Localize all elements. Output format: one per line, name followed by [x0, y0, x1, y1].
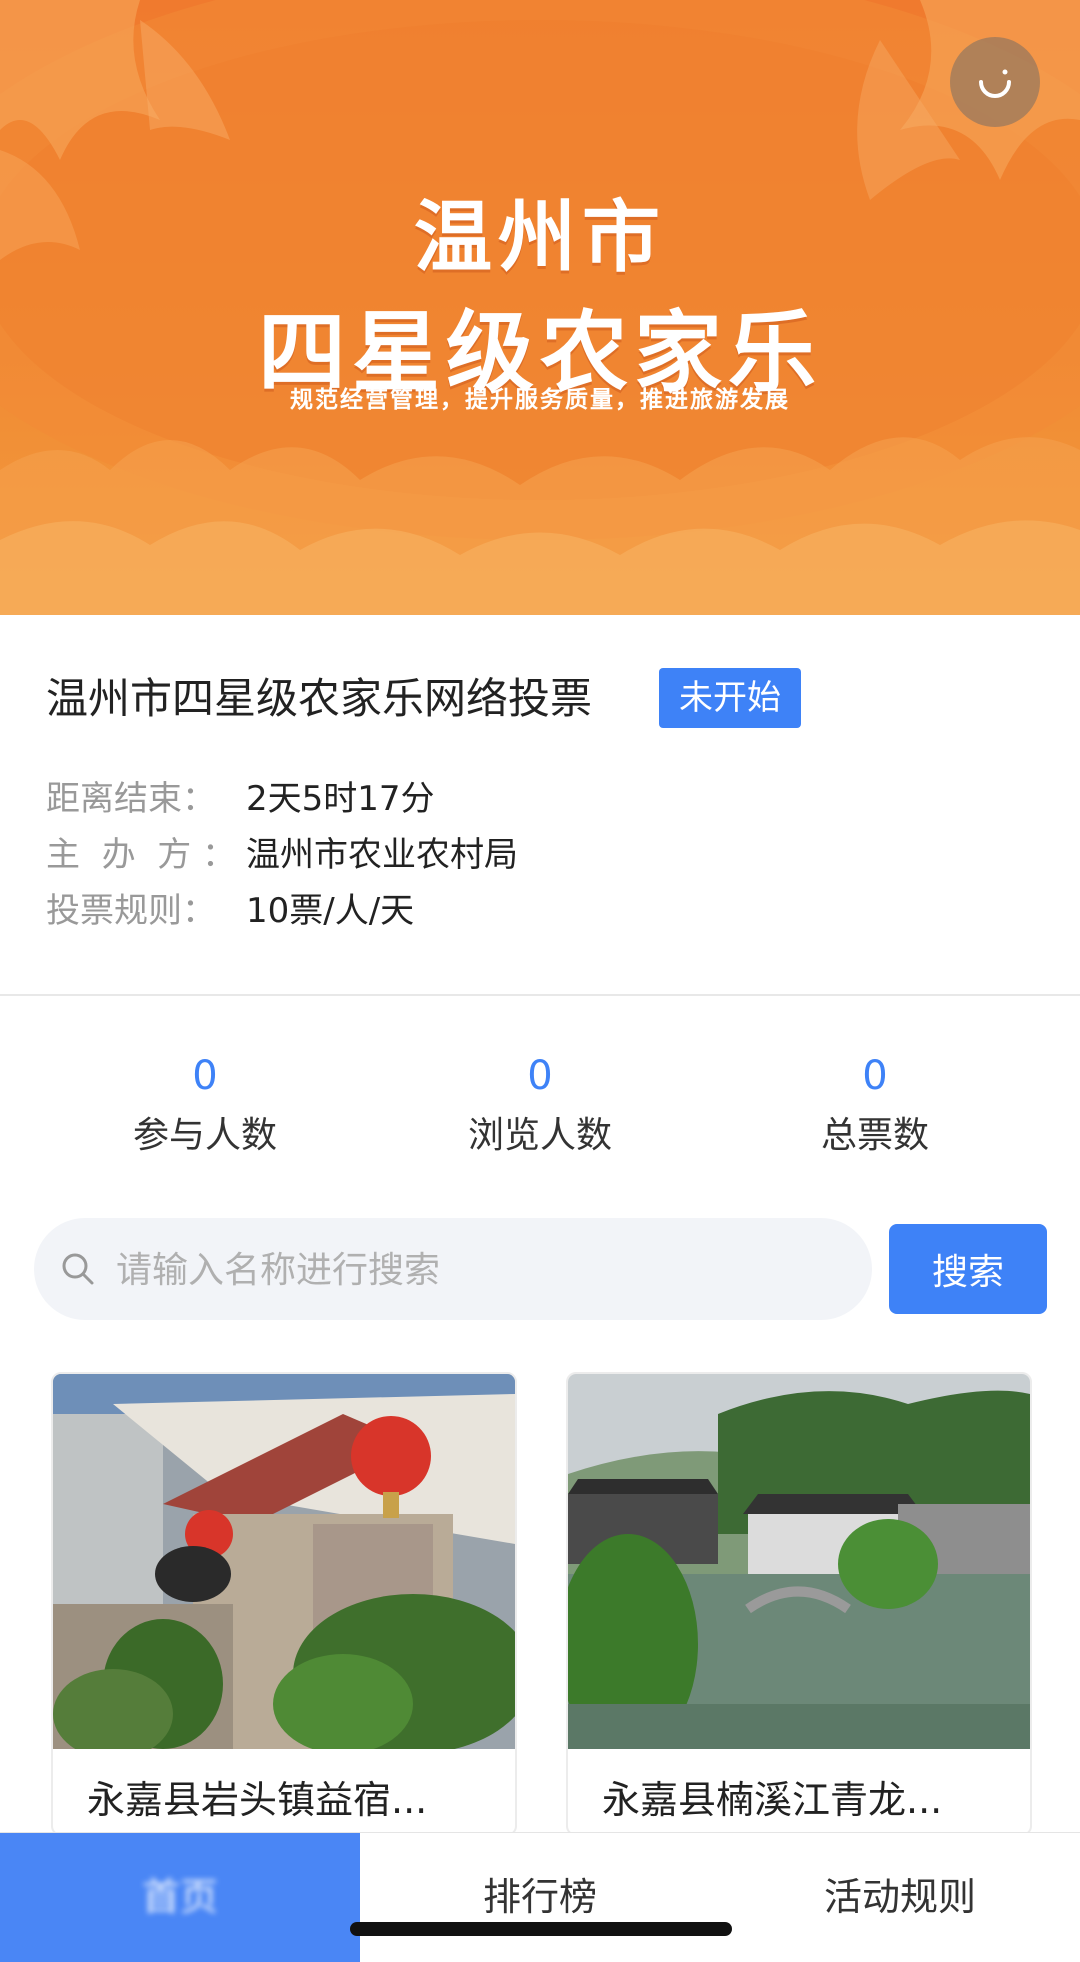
banner-subtitle: 规范经营管理，提升服务质量，推进旅游发展	[290, 387, 790, 413]
meta-label: 投票规则：	[46, 891, 216, 931]
stat-label: 参与人数	[132, 1115, 277, 1156]
guesthouse-photo	[53, 1374, 515, 1749]
tab-rules[interactable]: 活动规则	[720, 1833, 1080, 1962]
stat-views: 0 浏览人数	[390, 1050, 690, 1158]
stat-value: 0	[862, 1053, 888, 1099]
stat-value: 0	[527, 1053, 553, 1099]
banner-title-line1: 温州市	[413, 193, 666, 283]
candidate-card[interactable]: 永嘉县楠溪江青龙...	[566, 1372, 1032, 1836]
stat-label: 浏览人数	[467, 1115, 612, 1156]
stat-participants: 0 参与人数	[55, 1050, 355, 1158]
meta-value: 温州市农业农村局	[246, 835, 518, 875]
status-badge: 未开始	[659, 668, 801, 728]
event-info: 温州市四星级农家乐网络投票 未开始 距离结束： 2天5时17分 主 办 方 ： …	[0, 615, 1080, 995]
search-box	[34, 1218, 872, 1322]
stat-value: 0	[192, 1053, 218, 1099]
event-title: 温州市四星级农家乐网络投票	[46, 674, 593, 723]
village-photo	[568, 1374, 1030, 1749]
search-icon	[62, 1253, 94, 1285]
candidate-photo	[568, 1374, 1030, 1749]
section-divider	[0, 994, 1080, 996]
bottom-tab-bar: 首页 排行榜 活动规则	[0, 1832, 1080, 1962]
search-button[interactable]: 搜索	[889, 1224, 1047, 1314]
tab-label: 活动规则	[823, 1875, 976, 1919]
meta-label: 距离结束：	[46, 779, 216, 819]
home-indicator[interactable]	[350, 1922, 732, 1936]
loading-icon	[979, 69, 1011, 98]
tab-home[interactable]: 首页	[0, 1833, 360, 1962]
meta-value: 2天5时17分	[246, 779, 435, 819]
tab-ranking[interactable]: 排行榜	[360, 1833, 720, 1962]
candidate-card[interactable]: 永嘉县岩头镇益宿...	[51, 1372, 517, 1836]
meta-value: 10票/人/天	[246, 891, 415, 931]
candidate-name: 永嘉县楠溪江青龙...	[602, 1778, 943, 1822]
stat-total-votes: 0 总票数	[725, 1050, 1025, 1158]
candidate-name: 永嘉县岩头镇益宿...	[87, 1778, 428, 1822]
tab-label: 首页	[141, 1875, 218, 1919]
banner: 温州市 四星级农家乐 规范经营管理，提升服务质量，推进旅游发展	[0, 0, 1080, 615]
loading-button[interactable]	[950, 37, 1040, 127]
meta-label: 主 办 方 ：	[46, 835, 237, 875]
search-input[interactable]	[114, 1218, 858, 1322]
tab-label: 排行榜	[482, 1875, 597, 1919]
stat-label: 总票数	[820, 1115, 929, 1156]
candidate-photo	[53, 1374, 515, 1749]
